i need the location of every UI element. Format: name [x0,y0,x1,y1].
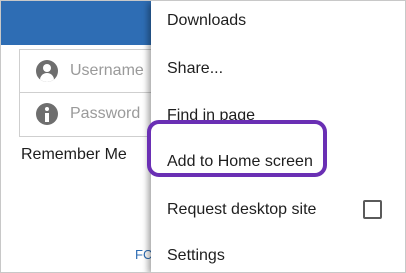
password-field[interactable]: Password [20,93,160,135]
menu-item-downloads[interactable]: Downloads [167,12,246,30]
menu-item-settings[interactable]: Settings [167,247,225,265]
menu-item-find-in-page[interactable]: Find in page [167,107,255,125]
menu-item-add-to-home-screen[interactable]: Add to Home screen [167,153,313,171]
username-field[interactable]: Username [20,50,160,93]
info-icon [36,103,58,125]
user-icon [36,60,58,82]
forgot-link-partial[interactable]: FC [135,247,152,262]
menu-item-request-desktop-site[interactable]: Request desktop site [167,201,316,219]
username-placeholder: Username [70,62,144,79]
desktop-site-checkbox[interactable] [363,200,382,219]
login-form: Username Password [19,49,161,137]
remember-me-label[interactable]: Remember Me [21,146,127,164]
screenshot-frame: Username Password Remember Me FC Downloa… [0,0,406,273]
overflow-menu: Downloads Share... Find in page Add to H… [151,1,405,272]
password-placeholder: Password [70,105,141,122]
menu-item-share[interactable]: Share... [167,60,223,78]
